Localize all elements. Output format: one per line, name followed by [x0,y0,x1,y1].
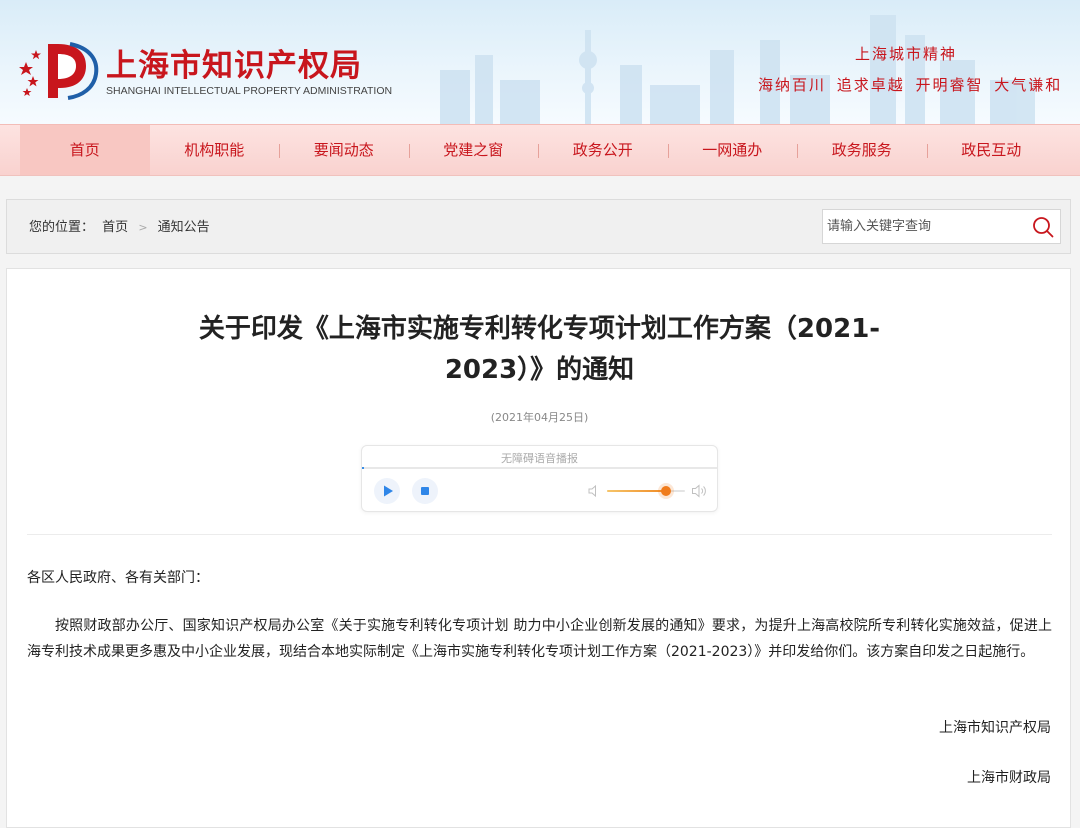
site-header: 上海市知识产权局 SHANGHAI INTELLECTUAL PROPERTY … [0,0,1080,124]
breadcrumb-prefix: 您的位置： [29,220,95,235]
article-title-line2: 2023）》的通知 [444,355,635,385]
breadcrumb-separator: > [138,221,148,234]
nav-item-gov-public[interactable]: 政务公开 [538,125,668,175]
volume-high-icon[interactable] [691,483,707,499]
slogan-text: 海纳百川 追求卓越 开明睿智 大气谦和 [758,76,1063,94]
audio-player: 无障碍语音播报 [361,445,718,512]
audio-progress-fill [362,467,364,469]
volume-low-icon[interactable] [587,484,601,498]
nav-item-party[interactable]: 党建之窗 [408,125,539,175]
signature-ip-office: 上海市知识产权局 [939,720,1051,736]
nav-item-home[interactable]: 首页 [20,125,150,175]
skyline-background [440,15,1035,124]
slogan-heading: 上海城市精神 [855,45,958,63]
breadcrumb-bar: 您的位置： 首页 > 通知公告 [6,199,1071,254]
volume-slider[interactable] [607,486,685,496]
nav-item-one-net[interactable]: 一网通办 [667,125,798,175]
site-title-en: SHANGHAI INTELLECTUAL PROPERTY ADMINISTR… [106,85,393,97]
site-title[interactable]: 上海市知识产权局 [106,40,362,85]
search-box [822,209,1061,244]
article-salutation: 各区人民政府、各有关部门： [27,570,209,586]
article-date: (2021年04月25日) [490,411,589,424]
article-title: 关于印发《上海市实施专利转化专项计划工作方案（2021- 2023）》的通知 [47,309,1032,391]
breadcrumb-current[interactable]: 通知公告 [158,220,210,235]
article-paragraph: 按照财政部办公厅、国家知识产权局办公室《关于实施专利转化专项计划 助力中小企业创… [27,618,1052,660]
nav-item-news[interactable]: 要闻动态 [279,125,409,175]
volume-fill [607,490,666,492]
search-input[interactable] [823,210,1023,243]
stop-icon [421,487,429,495]
breadcrumb-home[interactable]: 首页 [102,220,128,235]
nav-item-interaction[interactable]: 政民互动 [926,125,1057,175]
content-divider [27,534,1052,535]
audio-progress-track[interactable] [362,467,717,469]
logo-emblem [19,42,99,100]
stop-button[interactable] [412,478,438,504]
nav-item-functions[interactable]: 机构职能 [150,125,280,175]
play-icon [384,485,393,497]
article-panel: 关于印发《上海市实施专利转化专项计划工作方案（2021- 2023）》的通知 (… [6,268,1071,828]
volume-knob[interactable] [660,486,671,496]
article-title-line1: 关于印发《上海市实施专利转化专项计划工作方案（2021- [198,314,881,344]
main-nav: 首页 机构职能 要闻动态 党建之窗 政务公开 一网通办 政务服务 政民互动 [0,124,1080,176]
play-button[interactable] [374,478,400,504]
nav-item-gov-service[interactable]: 政务服务 [797,125,927,175]
breadcrumb: 您的位置： 首页 > 通知公告 [29,200,210,255]
signature-finance-bureau: 上海市财政局 [967,770,1051,786]
search-icon[interactable] [1032,216,1054,238]
audio-label: 无障碍语音播报 [501,452,578,465]
